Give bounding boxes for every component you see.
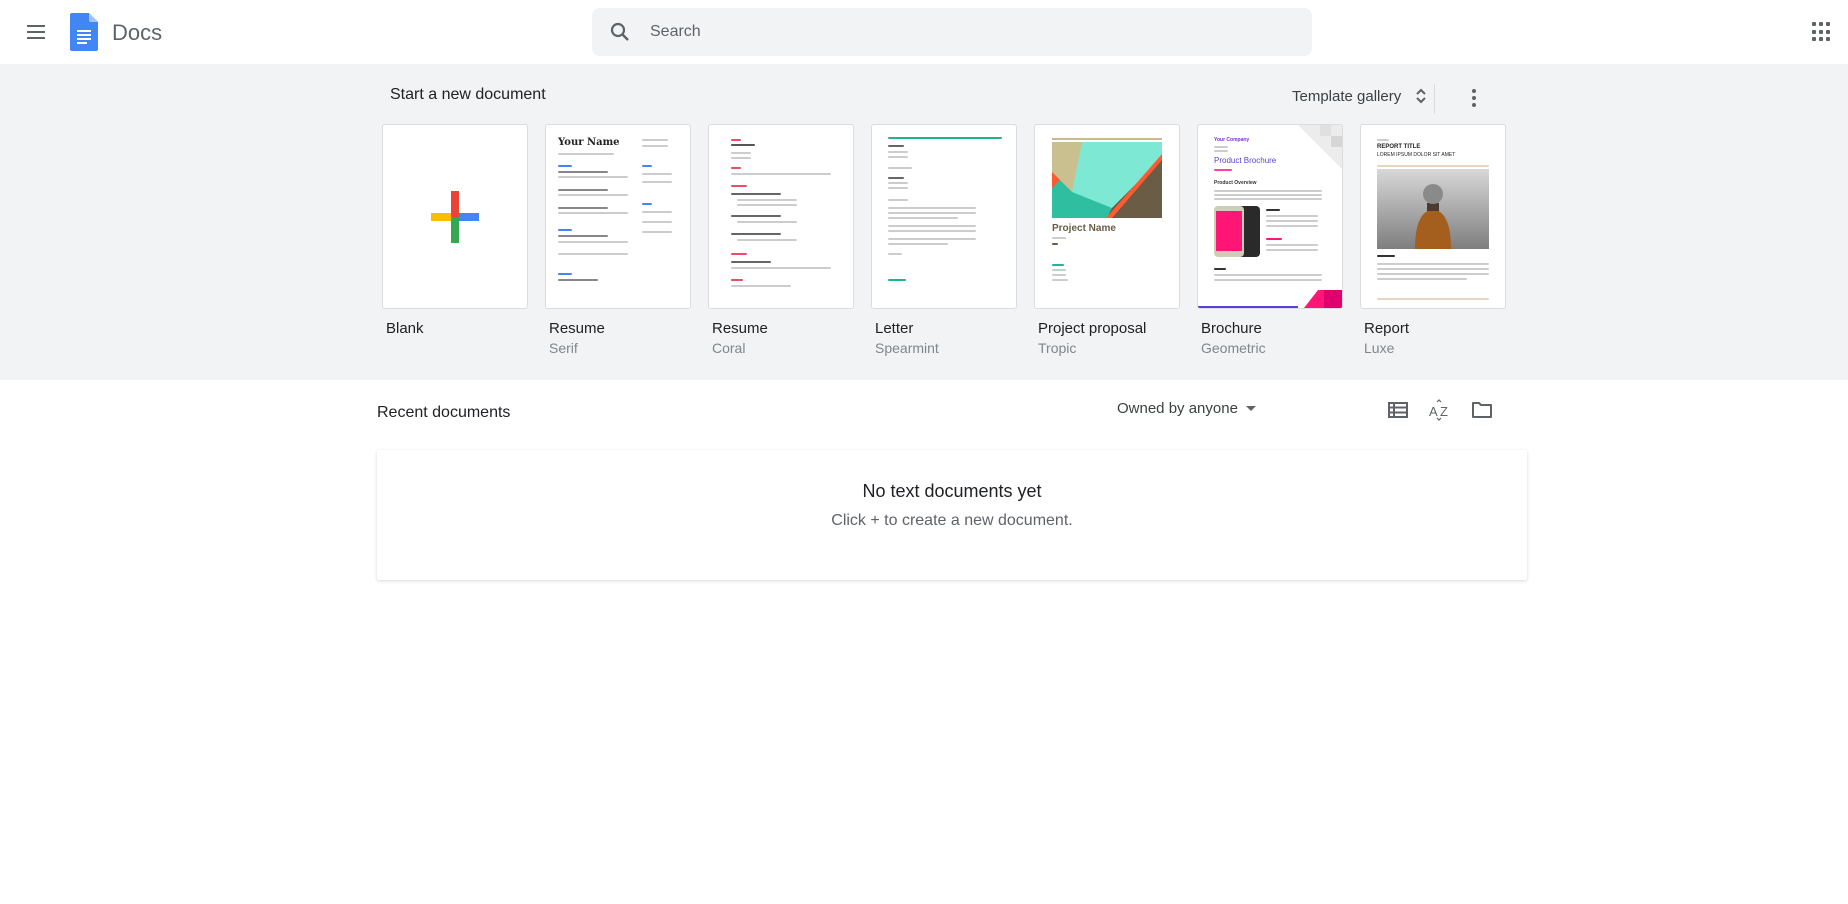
template-gallery-button[interactable]: Template gallery — [1276, 76, 1443, 116]
caret-down-icon — [1245, 406, 1256, 411]
list-view-icon[interactable] — [1386, 398, 1410, 422]
template-letter-spearmint[interactable]: Letter Spearmint — [871, 124, 1017, 358]
thumb-heading: Product Brochure — [1214, 156, 1277, 165]
thumb-heading: REPORT TITLE — [1377, 144, 1421, 150]
owner-filter-dropdown[interactable]: Owned by anyone — [1117, 400, 1256, 417]
template-thumbnail[interactable]: Project Name — [1034, 124, 1180, 309]
thumb-subheading: Product Overview — [1214, 180, 1257, 186]
svg-text:A: A — [1429, 404, 1438, 419]
template-variant: Spearmint — [875, 340, 939, 356]
template-variant: Geometric — [1201, 340, 1266, 356]
template-name: Resume — [712, 320, 768, 337]
folder-icon[interactable] — [1470, 398, 1494, 422]
template-name: Brochure — [1201, 320, 1262, 337]
template-blank[interactable]: Blank — [382, 124, 528, 358]
template-variant: Luxe — [1364, 340, 1395, 356]
template-variant — [382, 340, 528, 358]
template-thumbnail[interactable]: REPORT TITLE LOREM IPSUM DOLOR SIT AMET — [1360, 124, 1506, 309]
top-bar: Docs — [0, 0, 1848, 64]
geometric-corner — [1304, 290, 1342, 308]
thumb-company: Your Company — [1214, 137, 1250, 143]
template-list: Blank Your Name Resume Serif Resume Cora… — [382, 124, 1506, 358]
search-bar[interactable] — [592, 8, 1312, 56]
template-thumbnail[interactable] — [382, 124, 528, 309]
recent-documents-title: Recent documents — [377, 404, 511, 421]
google-apps-button[interactable] — [1812, 22, 1832, 42]
empty-state-message: Click + to create a new document. — [831, 512, 1073, 529]
thumb-heading: Your Name — [558, 137, 620, 148]
template-name: Report — [1364, 320, 1410, 337]
hamburger-menu-icon — [27, 25, 45, 27]
toolbar-divider — [1434, 84, 1435, 114]
geometric-pattern — [1298, 125, 1342, 169]
template-report-luxe[interactable]: REPORT TITLE LOREM IPSUM DOLOR SIT AMET … — [1360, 124, 1506, 358]
thumb-subtitle: LOREM IPSUM DOLOR SIT AMET — [1377, 152, 1456, 158]
template-name: Project proposal — [1038, 320, 1147, 337]
template-project-proposal-tropic[interactable]: Project Name Project proposal Tropic — [1034, 124, 1180, 358]
unfold-icon — [1416, 88, 1426, 104]
main-menu-button[interactable] — [24, 20, 48, 44]
template-thumbnail[interactable]: Your Company Product Brochure Product Ov… — [1197, 124, 1343, 309]
template-gallery-label: Template gallery — [1292, 87, 1402, 105]
template-resume-coral[interactable]: Resume Coral — [708, 124, 854, 358]
template-thumbnail[interactable] — [708, 124, 854, 309]
svg-text:Z: Z — [1440, 404, 1448, 419]
template-brochure-geometric[interactable]: Your Company Product Brochure Product Ov… — [1197, 124, 1343, 358]
app-title[interactable]: Docs — [112, 20, 162, 46]
hiker-photo — [1377, 169, 1489, 249]
docs-logo-icon[interactable] — [70, 13, 98, 51]
plus-icon — [431, 191, 479, 243]
template-variant: Coral — [712, 340, 746, 356]
template-name: Letter — [875, 320, 914, 337]
template-more-button[interactable] — [1462, 86, 1486, 110]
search-icon[interactable] — [608, 20, 632, 44]
phone-image — [1214, 206, 1260, 257]
owner-filter-label: Owned by anyone — [1117, 400, 1238, 417]
template-variant: Serif — [549, 340, 578, 356]
more-vert-icon — [1472, 89, 1476, 93]
sort-az-icon[interactable]: A Z — [1428, 398, 1452, 422]
tropic-art — [1052, 138, 1162, 218]
template-name: Resume — [549, 320, 605, 337]
template-thumbnail[interactable] — [871, 124, 1017, 309]
template-variant: Tropic — [1038, 340, 1077, 356]
template-name: Blank — [386, 320, 424, 337]
template-section: Start a new document Template gallery Bl… — [0, 64, 1848, 380]
template-resume-serif[interactable]: Your Name Resume Serif — [545, 124, 691, 358]
search-input[interactable] — [650, 23, 1250, 41]
template-thumbnail[interactable]: Your Name — [545, 124, 691, 309]
template-section-title: Start a new document — [390, 86, 546, 103]
empty-state-card: No text documents yet Click + to create … — [377, 450, 1527, 580]
empty-state-title: No text documents yet — [862, 481, 1042, 501]
thumb-heading: Project Name — [1052, 223, 1116, 234]
